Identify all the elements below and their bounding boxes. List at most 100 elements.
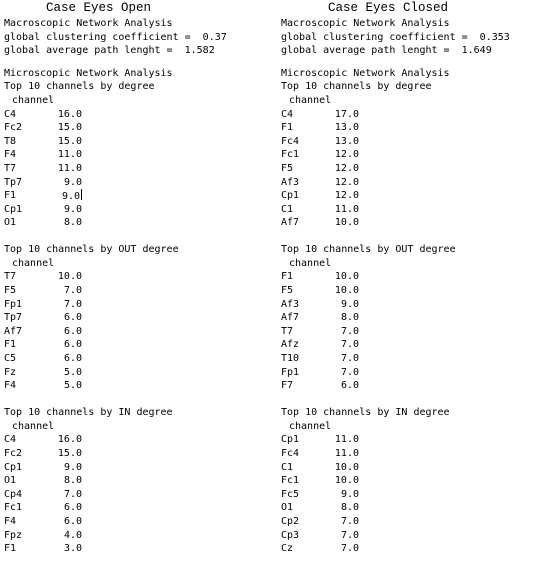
channel-name: F5 — [281, 162, 294, 174]
eyes-open-panel: Case Eyes Open Macroscopic Network Analy… — [4, 0, 280, 556]
channel-name: Fp1 — [281, 366, 300, 378]
channel-name: Cp1 — [281, 434, 300, 446]
channel-value: 8.0 — [63, 475, 82, 487]
table-row: Fp1 7.0 — [281, 366, 552, 380]
table-row: Fz 5.0 — [4, 366, 280, 380]
channel-name: T8 — [4, 135, 17, 147]
table-row: Cp1 9.0 — [4, 203, 280, 217]
table-row: C4 17.0 — [281, 108, 552, 122]
channel-value: 10.0 — [334, 271, 359, 283]
clustering-coefficient: global clustering coefficient = 0.37 — [4, 31, 227, 43]
table-row: Fc2 15.0 — [4, 121, 280, 135]
channel-name: Fc4 — [281, 135, 300, 147]
channel-name: F1 — [4, 190, 17, 202]
channel-value: 7.0 — [340, 366, 359, 378]
channel-value: 10.0 — [334, 285, 359, 297]
channel-name: O1 — [4, 217, 17, 229]
channel-value: 9.0 — [63, 203, 82, 215]
channel-value: 13.0 — [334, 122, 359, 134]
channel-value: 7.0 — [340, 529, 359, 541]
column-header: channel — [12, 420, 55, 432]
channel-value: 10.0 — [334, 475, 359, 487]
channel-name: Cp2 — [281, 515, 300, 527]
channel-value: 7.0 — [340, 339, 359, 351]
table-title: Top 10 channels by IN degree — [281, 407, 450, 419]
channel-table: Top 10 channels by IN degree channel Cp1 11… — [281, 406, 552, 556]
table-row: C1 11.0 — [281, 203, 552, 217]
channel-name: Afz — [281, 339, 300, 351]
channel-name: Fc1 — [281, 475, 300, 487]
table-row: C4 16.0 — [4, 433, 280, 447]
channel-value: 9.0 — [63, 176, 82, 188]
table-row: F1 9.0 — [4, 189, 280, 203]
eyes-closed-panel: Case Eyes Closed Macroscopic Network Ana… — [281, 0, 552, 556]
table-title: Top 10 channels by OUT degree — [281, 244, 456, 256]
channel-name: Cp1 — [4, 461, 23, 473]
channel-name: Tp7 — [4, 312, 23, 324]
channel-name: Fc4 — [281, 448, 300, 459]
table-row: F1 10.0 — [281, 270, 552, 284]
channel-name: Fc2 — [4, 448, 23, 459]
table-row: C1 10.0 — [281, 461, 552, 475]
channel-name: F1 — [4, 543, 17, 555]
table-title: Top 10 channels by degree — [4, 81, 155, 93]
channel-name: C1 — [281, 461, 294, 473]
channel-name: Af7 — [4, 325, 23, 337]
table-row: Afz 7.0 — [281, 338, 552, 352]
text-cursor — [81, 189, 82, 201]
table-row: Cp2 7.0 — [281, 515, 552, 529]
channel-name: F1 — [4, 339, 17, 351]
channel-value: 8.0 — [340, 312, 359, 324]
channel-name: F7 — [281, 380, 294, 392]
channel-value: 12.0 — [334, 176, 359, 188]
channel-value: 6.0 — [63, 502, 82, 514]
channel-name: Cp1 — [4, 203, 23, 215]
table-row: Cz 7.0 — [281, 542, 552, 556]
table-row: Cp1 11.0 — [281, 433, 552, 447]
channel-value: 5.0 — [63, 366, 82, 378]
column-header: channel — [289, 94, 332, 106]
column-header: channel — [289, 420, 332, 432]
table-row: Fc4 13.0 — [281, 135, 552, 149]
column-header: channel — [12, 94, 55, 106]
table-row: F4 11.0 — [4, 148, 280, 162]
channel-name: F1 — [281, 271, 294, 283]
table-row: Fc1 6.0 — [4, 501, 280, 515]
channel-value: 11.0 — [334, 434, 359, 446]
table-row: Af7 6.0 — [4, 325, 280, 339]
channel-value: 9.0 — [63, 461, 82, 473]
channel-value: 16.0 — [57, 108, 82, 120]
channel-name: Af3 — [281, 176, 300, 188]
table-row: O1 8.0 — [4, 216, 280, 230]
channel-value: 9.0 — [340, 488, 359, 500]
channel-value: 17.0 — [334, 108, 359, 120]
channel-value: 3.0 — [63, 543, 82, 555]
clustering-coefficient: global clustering coefficient = 0.353 — [281, 31, 510, 43]
table-row: Af7 8.0 — [281, 311, 552, 325]
channel-name: Af3 — [281, 298, 300, 310]
channel-name: Cp1 — [281, 190, 300, 202]
channel-name: Cp3 — [281, 529, 300, 541]
channel-value: 8.0 — [340, 502, 359, 514]
channel-name: C5 — [4, 353, 17, 365]
channel-value: 6.0 — [63, 515, 82, 527]
table-row: Fc1 12.0 — [281, 148, 552, 162]
macro-header: Macroscopic Network Analysis — [4, 18, 173, 29]
channel-value: 4.0 — [63, 529, 82, 541]
table-row: Fp1 7.0 — [4, 298, 280, 312]
table-row: Cp1 12.0 — [281, 189, 552, 203]
channel-name: F5 — [4, 285, 17, 297]
table-row: Cp1 9.0 — [4, 461, 280, 475]
table-row: C4 16.0 — [4, 108, 280, 122]
channel-name: F5 — [281, 285, 294, 297]
channel-value: 7.0 — [340, 543, 359, 555]
panel-title: Case Eyes Open — [46, 1, 152, 15]
channel-value: 10.0 — [57, 271, 82, 283]
channel-name: Cp4 — [4, 488, 23, 500]
channel-table: Top 10 channels by IN degree channel C4 16.… — [4, 406, 280, 556]
channel-table: Top 10 channels by degree channel C4 16.0 Fc… — [4, 80, 280, 230]
channel-value: 11.0 — [334, 448, 359, 459]
table-row: F5 7.0 — [4, 284, 280, 298]
channel-table: Top 10 channels by OUT degree channel F1 10… — [281, 243, 552, 393]
channel-name: T10 — [281, 353, 300, 365]
